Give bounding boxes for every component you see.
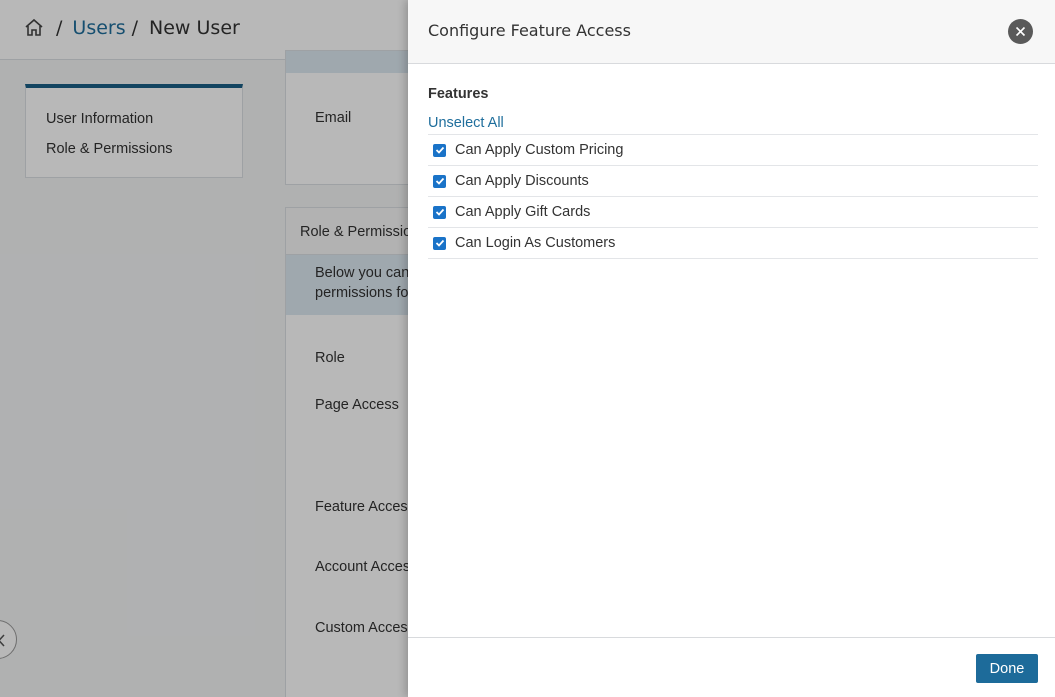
drawer-header: Configure Feature Access (408, 0, 1055, 64)
feature-row-custom-pricing[interactable]: Can Apply Custom Pricing (428, 135, 1038, 166)
done-button[interactable]: Done (976, 654, 1038, 683)
configure-feature-access-drawer: Configure Feature Access Features Unsele… (408, 0, 1055, 697)
checkbox-login-as-customers[interactable] (433, 236, 446, 250)
checkmark-icon (435, 208, 444, 216)
feature-row-login-as-customers[interactable]: Can Login As Customers (428, 228, 1038, 259)
feature-row-discounts[interactable]: Can Apply Discounts (428, 166, 1038, 197)
feature-row-gift-cards[interactable]: Can Apply Gift Cards (428, 197, 1038, 228)
feature-label: Can Apply Gift Cards (455, 204, 591, 220)
feature-label: Can Login As Customers (455, 235, 616, 251)
checkmark-icon (435, 146, 444, 154)
drawer-title: Configure Feature Access (428, 21, 631, 40)
checkbox-custom-pricing[interactable] (433, 143, 446, 157)
feature-label: Can Apply Discounts (455, 173, 589, 189)
close-button[interactable] (1008, 19, 1033, 44)
features-section-title: Features (428, 86, 489, 102)
drawer-footer: Done (408, 637, 1055, 697)
checkmark-icon (435, 177, 444, 185)
checkmark-icon (435, 239, 444, 247)
checkbox-gift-cards[interactable] (433, 205, 446, 219)
feature-list: Can Apply Custom Pricing Can Apply Disco… (428, 134, 1038, 259)
feature-label: Can Apply Custom Pricing (455, 142, 624, 158)
close-icon (1015, 26, 1026, 37)
checkbox-discounts[interactable] (433, 174, 446, 188)
unselect-all-link[interactable]: Unselect All (428, 115, 504, 131)
